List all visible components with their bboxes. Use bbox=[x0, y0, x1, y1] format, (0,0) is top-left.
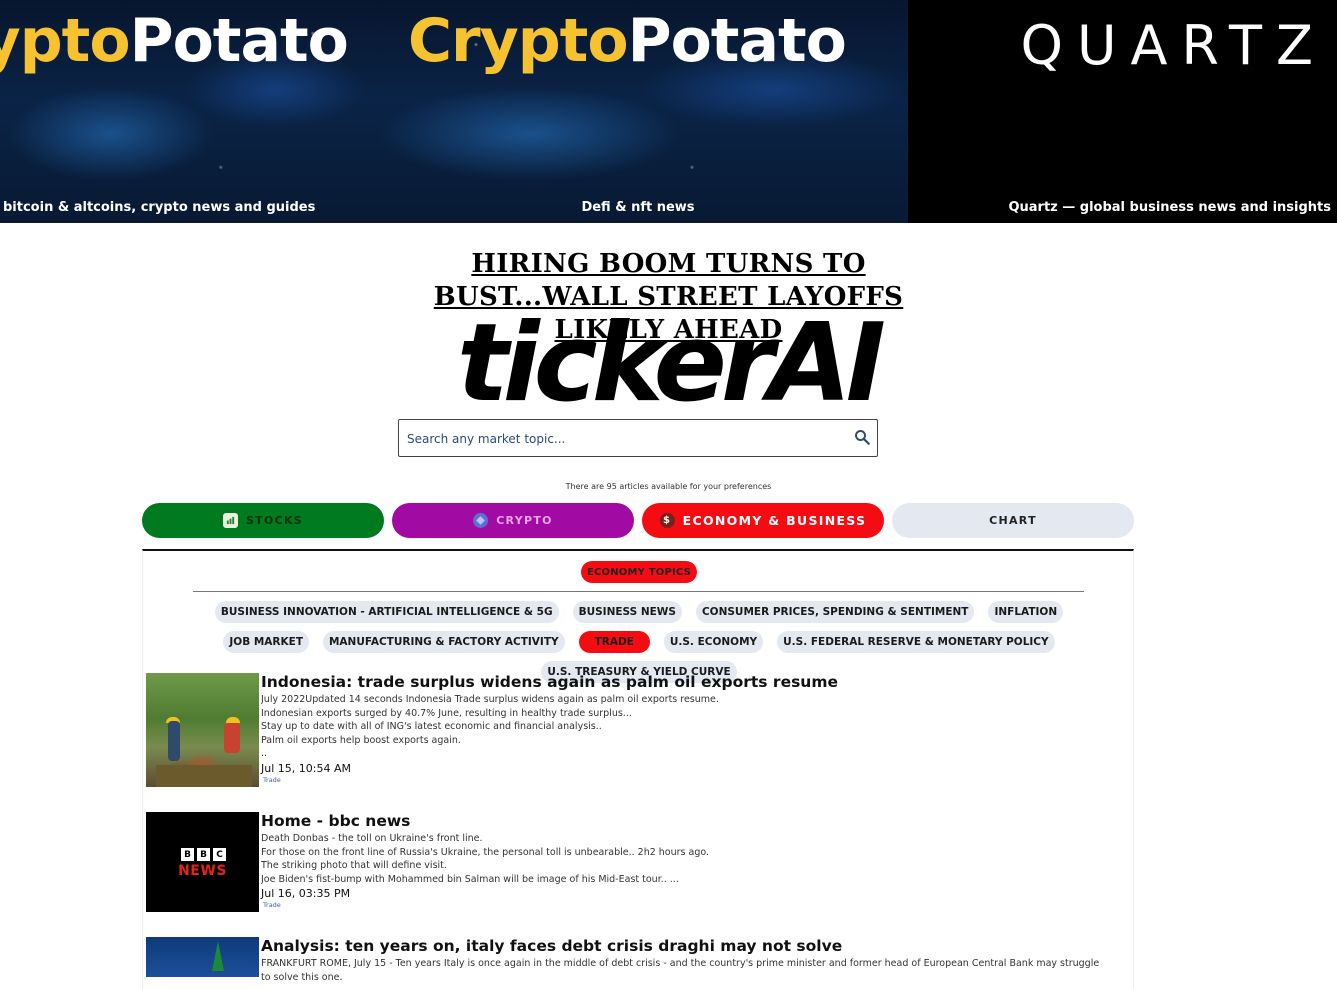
tab-crypto[interactable]: CRYPTO bbox=[392, 503, 634, 538]
article-body: Indonesia: trade surplus widens again as… bbox=[261, 673, 1131, 785]
dollar-icon: $ bbox=[659, 513, 675, 528]
topic-job-market[interactable]: JOB MARKET bbox=[223, 631, 309, 653]
site-logo[interactable]: tickerAI bbox=[0, 308, 1337, 420]
article-date: Jul 16, 03:35 PM bbox=[261, 887, 351, 900]
tab-stocks[interactable]: STOCKS bbox=[142, 503, 384, 538]
article-thumbnail[interactable]: B B C NEWS bbox=[146, 812, 259, 912]
bbc-news-wordmark: NEWS bbox=[178, 863, 227, 879]
cryptopotato-logo: CryptoPotato bbox=[408, 6, 847, 76]
article-snippet-line: Joe Biden's fist-bump with Mohammed bin … bbox=[261, 873, 679, 885]
article-snippet-line: to solve this one. bbox=[261, 971, 343, 983]
article-date: Jul 15, 10:54 AM bbox=[261, 761, 351, 775]
topic-business-innovation[interactable]: BUSINESS INNOVATION - ARTIFICIAL INTELLI… bbox=[214, 601, 559, 623]
topic-filters: BUSINESS INNOVATION - ARTIFICIAL INTELLI… bbox=[183, 601, 1095, 683]
topic-us-economy[interactable]: U.S. ECONOMY bbox=[663, 631, 764, 653]
tab-label: CHART bbox=[989, 514, 1037, 527]
article-snippet-line: Indonesian exports surged by 40.7% June,… bbox=[261, 707, 632, 719]
article-thumbnail[interactable] bbox=[146, 673, 259, 787]
article-title[interactable]: Home - bbc news bbox=[261, 812, 1131, 830]
article-title[interactable]: Analysis: ten years on, italy faces debt… bbox=[261, 937, 1131, 955]
topic-business-news[interactable]: BUSINESS NEWS bbox=[572, 601, 682, 623]
article-snippet-line: The striking photo that will define visi… bbox=[261, 860, 447, 871]
article-body: Analysis: ten years on, italy faces debt… bbox=[261, 937, 1131, 984]
article-body: Home - bbc news Death Donbas - the toll … bbox=[261, 812, 1131, 910]
article-tag[interactable]: Trade bbox=[263, 776, 1131, 785]
articles-available-count: There are 95 articles available for your… bbox=[565, 482, 772, 491]
article-thumbnail[interactable] bbox=[146, 937, 259, 977]
source-caption: Quartz — global business news and insigh… bbox=[1008, 200, 1331, 215]
article-title[interactable]: Indonesia: trade surplus widens again as… bbox=[261, 673, 1131, 691]
article-snippet-line: July 2022Updated 14 seconds Indonesia Tr… bbox=[261, 694, 719, 705]
worker-figure bbox=[168, 721, 180, 761]
chart-bar-icon bbox=[222, 513, 238, 528]
palm-fruit-cart bbox=[156, 765, 252, 787]
section-label-economy-topics[interactable]: ECONOMY TOPICS bbox=[581, 561, 697, 583]
tab-label: ECONOMY & BUSINESS bbox=[682, 513, 867, 528]
flag-shape bbox=[212, 941, 224, 971]
bbc-logo-block: C bbox=[213, 848, 226, 861]
search-input[interactable] bbox=[407, 428, 837, 450]
article-tag[interactable]: Trade bbox=[263, 901, 1131, 910]
category-tabs: STOCKS CRYPTO $ ECONOMY & BUSINESS CHART bbox=[142, 503, 1134, 538]
content-panel: ECONOMY TOPICS BUSINESS INNOVATION - ART… bbox=[142, 549, 1134, 989]
bbc-logo-block: B bbox=[197, 848, 210, 861]
source-caption: bitcoin & altcoins, crypto news and guid… bbox=[3, 200, 316, 215]
topic-manufacturing[interactable]: MANUFACTURING & FACTORY ACTIVITY bbox=[322, 631, 565, 653]
article-snippet-line: Stay up to date with all of ING's latest… bbox=[261, 721, 602, 732]
source-caption: Defi & nft news bbox=[581, 200, 695, 215]
tab-label: STOCKS bbox=[245, 514, 304, 527]
topic-consumer-prices[interactable]: CONSUMER PRICES, SPENDING & SENTIMENT bbox=[695, 601, 975, 623]
topic-inflation[interactable]: INFLATION bbox=[988, 601, 1064, 623]
tab-chart[interactable]: CHART bbox=[892, 503, 1134, 538]
source-card-quartz[interactable]: QUARTZ Quartz — global business news and… bbox=[908, 0, 1337, 223]
quartz-logo: QUARTZ bbox=[1020, 14, 1327, 77]
cryptopotato-logo: CryptoPotato bbox=[0, 6, 349, 76]
article-snippet-line: FRANKFURT ROME, July 15 - Ten years Ital… bbox=[261, 958, 1100, 969]
article-snippet-line: For those on the front line of Russia's … bbox=[261, 846, 710, 858]
article-snippet-line: .. bbox=[261, 748, 268, 759]
bbc-logo: B B C bbox=[181, 848, 226, 861]
coin-icon bbox=[473, 513, 489, 528]
news-source-banner: CryptoPotato bitcoin & altcoins, crypto … bbox=[0, 0, 1337, 223]
source-card-cryptopotato-2[interactable]: CryptoPotato Defi & nft news bbox=[368, 0, 908, 223]
article-snippet-line: Death Donbas - the toll on Ukraine's fro… bbox=[261, 833, 483, 844]
tab-economy-business[interactable]: $ ECONOMY & BUSINESS bbox=[642, 503, 884, 538]
topic-federal-reserve[interactable]: U.S. FEDERAL RESERVE & MONETARY POLICY bbox=[777, 631, 1055, 653]
search-box bbox=[398, 419, 878, 457]
section-divider bbox=[193, 591, 1084, 592]
bbc-logo-block: B bbox=[181, 848, 194, 861]
worker-figure bbox=[224, 723, 240, 753]
article-snippet-line: Palm oil exports help boost exports agai… bbox=[261, 734, 461, 746]
tab-label: CRYPTO bbox=[496, 514, 553, 527]
topic-trade[interactable]: TRADE bbox=[578, 631, 650, 653]
search-icon[interactable] bbox=[853, 428, 871, 446]
source-card-cryptopotato-1[interactable]: CryptoPotato bitcoin & altcoins, crypto … bbox=[0, 0, 368, 223]
